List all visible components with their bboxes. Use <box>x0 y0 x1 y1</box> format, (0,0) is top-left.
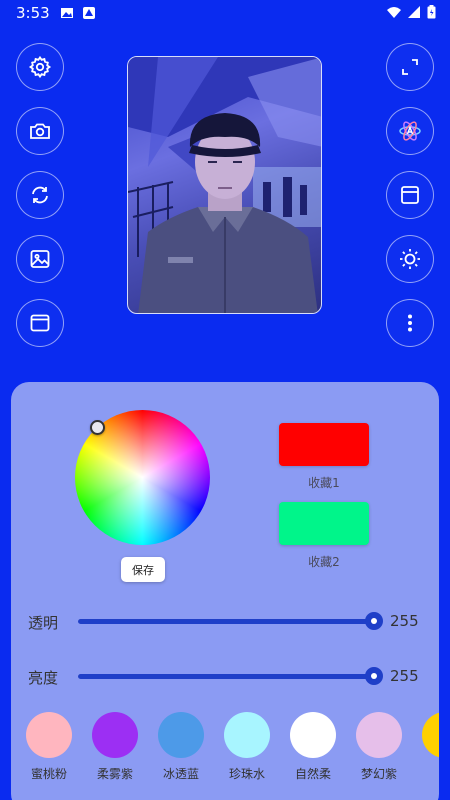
window-button[interactable] <box>16 299 64 347</box>
brightness-label: 亮度 <box>28 669 59 687</box>
opacity-slider-thumb[interactable] <box>365 612 383 630</box>
camera-preview[interactable] <box>127 56 322 314</box>
opacity-label: 透明 <box>28 614 59 632</box>
layout-icon <box>401 186 419 204</box>
brightness-slider[interactable] <box>78 667 383 685</box>
preset-item[interactable]: 柔雾紫 <box>82 712 148 782</box>
preset-label: 梦幻紫 <box>360 767 397 781</box>
preset-swatch <box>158 712 204 758</box>
preset-item[interactable]: 蜜桃粉 <box>16 712 82 782</box>
gear-icon <box>28 55 52 79</box>
preview-scene <box>128 57 321 313</box>
signal-icon <box>408 6 420 18</box>
favorite-swatch-1[interactable] <box>279 423 369 466</box>
brightness-value: 255 <box>390 667 419 685</box>
gallery-button[interactable] <box>16 235 64 283</box>
brightness-button[interactable] <box>386 235 434 283</box>
fullscreen-button[interactable] <box>386 43 434 91</box>
brightness-slider-fill <box>78 674 374 679</box>
opacity-value: 255 <box>390 612 419 630</box>
preset-swatch <box>224 712 270 758</box>
atom-icon <box>399 121 421 141</box>
preset-label: 冰透蓝 <box>162 767 199 781</box>
layout-button[interactable] <box>386 171 434 219</box>
more-vert-icon <box>408 314 412 332</box>
preset-swatch <box>26 712 72 758</box>
color-wheel-handle[interactable] <box>90 420 105 435</box>
brightness-icon <box>400 249 420 269</box>
preset-swatch <box>356 712 402 758</box>
fullscreen-icon <box>402 59 418 75</box>
status-bar: 3:53 <box>0 0 450 28</box>
preset-swatch <box>290 712 336 758</box>
camera-button[interactable] <box>16 107 64 155</box>
preset-item[interactable]: 梦幻紫 <box>346 712 412 782</box>
favorite-swatch-2[interactable] <box>279 502 369 545</box>
status-time: 3:53 <box>16 4 50 22</box>
preset-label: 珍珠水 <box>228 767 265 781</box>
opacity-slider-fill <box>78 619 374 624</box>
preset-list: 蜜桃粉 柔雾紫 冰透蓝 珍珠水 自然柔 梦幻紫 蜜 <box>0 712 439 792</box>
preset-item[interactable]: 自然柔 <box>280 712 346 782</box>
settings-button[interactable] <box>16 43 64 91</box>
preset-label: 蜜 <box>412 765 440 782</box>
camera-icon <box>30 123 50 139</box>
app-notification-icon <box>83 7 95 19</box>
preset-label: 自然柔 <box>294 767 331 781</box>
opacity-slider[interactable] <box>78 612 383 630</box>
switch-camera-button[interactable] <box>16 171 64 219</box>
image-icon <box>30 250 50 268</box>
preset-swatch <box>422 712 439 758</box>
brightness-slider-thumb[interactable] <box>365 667 383 685</box>
preset-item[interactable]: 冰透蓝 <box>148 712 214 782</box>
preset-label: 柔雾紫 <box>96 767 133 781</box>
wifi-icon <box>387 7 401 18</box>
preset-item[interactable]: 珍珠水 <box>214 712 280 782</box>
battery-icon <box>427 5 436 19</box>
gallery-notification-icon <box>61 8 73 18</box>
ai-effects-button[interactable] <box>386 107 434 155</box>
save-color-button[interactable]: 保存 <box>121 557 165 582</box>
preset-item[interactable]: 蜜 <box>412 712 439 782</box>
switch-camera-icon <box>32 186 48 204</box>
window-icon <box>30 314 50 332</box>
preset-label: 蜜桃粉 <box>30 767 67 781</box>
preset-swatch <box>92 712 138 758</box>
favorite-label-1: 收藏1 <box>308 476 340 490</box>
favorite-label-2: 收藏2 <box>308 555 340 569</box>
more-button[interactable] <box>386 299 434 347</box>
